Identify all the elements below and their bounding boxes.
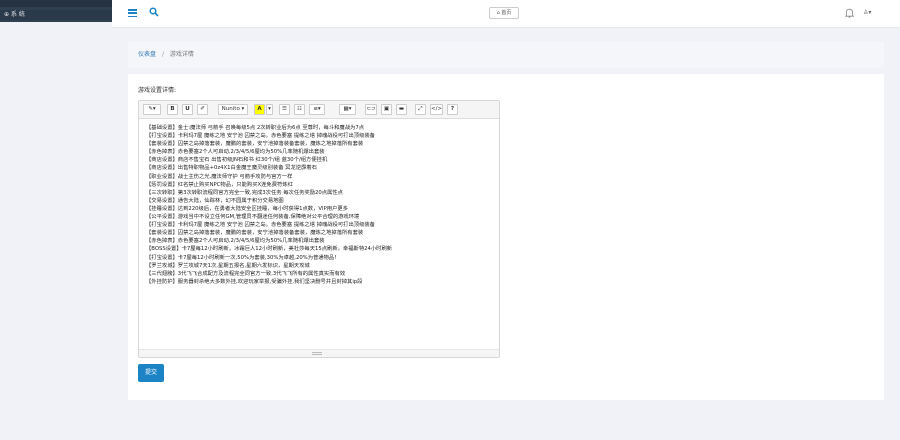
style-magic-button[interactable]: ✎▾ [143, 104, 161, 115]
top-navbar: ⌂ 首页 ♙▾ [112, 0, 900, 28]
content-line: 【基础设置】金士:魔法师 弓箭手 召唤每级5点 2次转职业后为6点 至尊时，每斗… [146, 125, 364, 131]
content-line: 【打宝设置】卡利玛7屋 魔练之地 安宁池 囚禁之岛。赤色要塞 提练之塔 掉魂战役… [146, 222, 375, 229]
bell-icon[interactable] [845, 8, 854, 18]
content-panel: 游戏设置详情: ✎▾ B U ✐ Nunito ▾ A ▾ ☰ ☷ ≡▾ ▦▾ … [128, 74, 884, 400]
content-line: 【赤色掉表】赤色要塞2个人可启动,2/3/4/5/6屋均为50%几率随机爆出套装 [146, 238, 325, 245]
content-line: 【三次转职】第3次转职流程同官方完全一致,完成3次任务 每次任务奖励20点属性点 [146, 189, 343, 196]
paragraph-align-button[interactable]: ≡▾ [309, 104, 325, 115]
editor-resize-bar [139, 349, 499, 357]
video-icon[interactable]: ▬ [396, 104, 407, 115]
unordered-list-icon[interactable]: ☰ [279, 104, 290, 115]
editor-content[interactable]: 【基础设置】金士:魔法师 弓箭手 召唤每级5点 2次转职业后为6点 至尊时，每斗… [146, 124, 496, 346]
content-line: 【三代翅膀】3代飞飞合成配方及流程完全同官方一致,3代飞飞所有的属性真实而有效 [146, 270, 346, 277]
resize-handle[interactable] [312, 352, 322, 355]
breadcrumb-current: 游戏详情 [169, 51, 194, 58]
menu-icon[interactable] [128, 9, 137, 18]
eraser-icon[interactable]: ✐ [197, 104, 208, 115]
content-line: 【BOSS设置】卡7屋每12小时刷新，冰霜巨人12小时刷新，美杜莎每天15点刷新… [146, 246, 393, 253]
home-button[interactable]: ⌂ 首页 [489, 7, 519, 19]
text-color-caret[interactable]: ▾ [266, 104, 273, 115]
link-icon[interactable]: ⊂⊃ [365, 104, 377, 115]
picture-icon[interactable]: ▣ [381, 104, 392, 115]
content-line: 【职业设置】战士主伤之光,魔法师守护 弓箭手攻防与官方一样 [146, 173, 293, 180]
text-color-button[interactable]: A [254, 104, 265, 115]
content-line: 【商店设置】出售特职物品+0z4X1白金魔王魔灵级别装备 冥龙逆霹着石 [146, 165, 317, 172]
table-icon[interactable]: ▦▾ [339, 104, 356, 115]
content-line: 【套装设置】囚禁之岛掉落套装，魔鹏的套装，安宁池掉落装备套装，魔炼之地掉落所有套… [146, 230, 364, 237]
content-line: 【挂睡设置】达到220级后，在勇者大陆安全区挂睡，每小时获得1点数，VIP用户更… [146, 205, 348, 212]
sidebar-item-top[interactable] [0, 0, 112, 7]
sidebar-item-system[interactable]: ⊕ 系 统 [0, 10, 112, 20]
editor-toolbar: ✎▾ B U ✐ Nunito ▾ A ▾ ☰ ☷ ≡▾ ▦▾ ⊂⊃ ▣ ▬ ⤢… [139, 101, 499, 119]
ordered-list-icon[interactable]: ☷ [294, 104, 305, 115]
font-name-dropdown[interactable]: Nunito ▾ [218, 104, 248, 115]
underline-button[interactable]: U [182, 104, 193, 115]
sidebar: ⊕ 系 统 [0, 0, 112, 22]
content-line: 【打宝设置】卡利玛7屋 魔练之地 安宁池 囚禁之岛。赤色要塞 提练之塔 掉魂战役… [146, 133, 375, 140]
breadcrumb: 仪表盘 / 游戏详情 [128, 42, 884, 68]
bold-button[interactable]: B [167, 104, 178, 115]
submit-button[interactable]: 提交 [138, 364, 164, 382]
breadcrumb-dashboard[interactable]: 仪表盘 [138, 51, 156, 58]
content-line: 【外挂防护】服务器封杀绝大多数外挂,欢迎玩家举报,受骗外挂,我们坚决删号并且封掉… [146, 278, 363, 285]
content-line: 【打宝设置】卡7屋每12小时刷新一次,50%为套装,30%为卓越,20%为普通物… [146, 254, 337, 261]
content-line: 【公平设置】游戏当中不设立任何GM,管理员不翻迷任何装备,保障绝对公平合理的游戏… [146, 214, 360, 221]
content-line: 【罗兰攻城】罗兰攻城7天1次,星期五报名,星期六发标识，星期天攻城 [146, 262, 310, 269]
form-label: 游戏设置详情: [138, 87, 177, 94]
breadcrumb-separator: / [161, 51, 164, 58]
rich-text-editor: ✎▾ B U ✐ Nunito ▾ A ▾ ☰ ☷ ≡▾ ▦▾ ⊂⊃ ▣ ▬ ⤢… [138, 100, 500, 358]
user-menu[interactable]: ♙▾ [863, 7, 885, 19]
search-icon[interactable] [149, 7, 159, 17]
content-line: 【商店设置】商店不售宝石 出售初级JN石和书 红30个/组 蓝30个/组方便挂机 [146, 157, 328, 164]
help-icon[interactable]: ? [447, 104, 458, 115]
content-line: 【惩罚设置】红名禁止购买NPC物品，只能购买X连免费符炼红 [146, 181, 293, 188]
code-view-icon[interactable]: </> [430, 104, 443, 115]
content-line: 【赤色掉表】赤色要塞2个人可启动,2/3/4/5/6屋均为50%几率随机爆出套装 [146, 149, 325, 156]
fullscreen-icon[interactable]: ⤢ [415, 104, 426, 115]
content-line: 【套装设置】囚禁之岛掉落套装，魔鹏的套装，安宁池掉落装备套装，魔炼之地掉落所有套… [146, 141, 364, 148]
content-line: 【交易设置】通告大陆，仙踪林，幻不园属于积分交易地图 [146, 197, 284, 204]
